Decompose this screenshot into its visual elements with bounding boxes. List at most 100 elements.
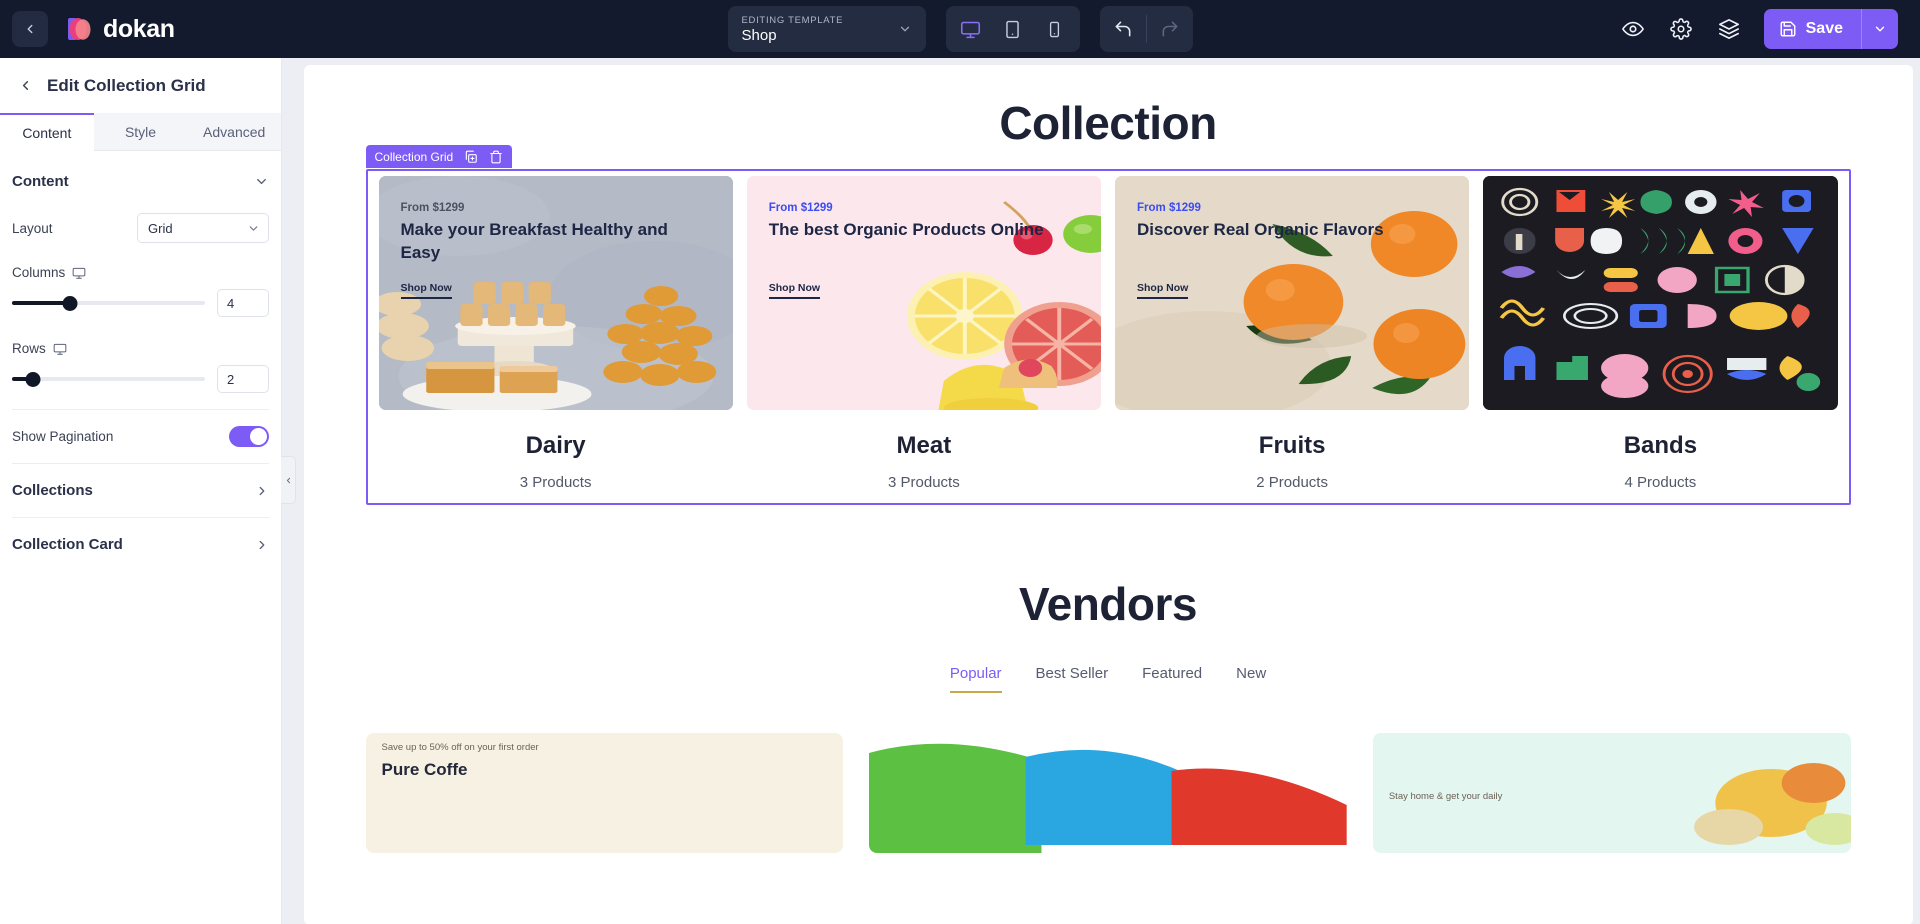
rows-label: Rows xyxy=(12,341,46,356)
collection-item[interactable]: Bands 4 Products xyxy=(1476,176,1844,491)
rows-slider[interactable] xyxy=(12,370,205,388)
vendor-card[interactable]: Stay home & get your daily xyxy=(1372,733,1851,853)
page-preview: Collection Collection Grid From $1299 Ma… xyxy=(303,65,1913,924)
accordion-collection-card[interactable]: Collection Card xyxy=(12,517,269,571)
collection-count: 2 Products xyxy=(1256,474,1328,491)
sidebar-title: Edit Collection Grid xyxy=(47,75,206,95)
rows-value-input[interactable]: 2 xyxy=(217,365,269,393)
device-preview-group xyxy=(945,6,1080,52)
vendor-card[interactable] xyxy=(869,733,1347,853)
chevron-right-icon xyxy=(259,540,265,549)
rows-slider-row: 2 xyxy=(12,365,269,393)
collection-name: Bands xyxy=(1623,432,1698,459)
collection-image-dairy: From $1299 Make your Breakfast Healthy a… xyxy=(378,176,733,410)
collection-from-price: From $1299 xyxy=(400,202,465,214)
chevron-down-icon xyxy=(1875,26,1885,32)
abstract-shapes-illustration xyxy=(1483,176,1838,410)
vendor-tab-featured[interactable]: Featured xyxy=(1142,665,1202,693)
undo-button[interactable] xyxy=(1100,6,1146,52)
columns-slider-thumb[interactable] xyxy=(62,295,78,311)
redo-button[interactable] xyxy=(1147,6,1193,52)
device-desktop-button[interactable] xyxy=(952,12,990,46)
selection-badge: Collection Grid xyxy=(365,145,513,168)
collection-image-meat: From $1299 The best Organic Products Onl… xyxy=(746,176,1101,410)
template-selector-value: Shop xyxy=(741,26,777,44)
columns-label-row: Columns xyxy=(12,265,269,280)
layout-label: Layout xyxy=(12,220,53,236)
rows-label-row: Rows xyxy=(12,341,269,356)
layers-button[interactable] xyxy=(1716,16,1742,42)
device-mobile-button[interactable] xyxy=(1036,12,1074,46)
desktop-icon[interactable] xyxy=(72,266,86,280)
collection-grid: From $1299 Make your Breakfast Healthy a… xyxy=(368,171,1849,503)
chevron-left-icon[interactable] xyxy=(18,78,33,93)
columns-label: Columns xyxy=(12,265,66,280)
collection-cta[interactable]: Shop Now xyxy=(1137,282,1189,299)
columns-slider[interactable] xyxy=(12,294,205,312)
vendor-card-subtitle: Stay home & get your daily xyxy=(1388,791,1503,802)
tablet-icon xyxy=(1006,20,1019,38)
selection-badge-label: Collection Grid xyxy=(374,149,454,164)
layout-select-value: Grid xyxy=(148,220,173,236)
template-selector[interactable]: EDITING TEMPLATE Shop xyxy=(727,6,926,52)
content-section-header[interactable]: Content xyxy=(12,151,269,202)
settings-button[interactable] xyxy=(1668,16,1694,42)
columns-value-input[interactable]: 4 xyxy=(217,289,269,317)
collection-image-bands xyxy=(1483,176,1838,410)
collection-item[interactable]: From $1299 Discover Real Organic Flavors… xyxy=(1108,176,1476,491)
vendor-card-subtitle: Save up to 50% off on your first order xyxy=(381,742,539,753)
vendor-tab-popular[interactable]: Popular xyxy=(949,665,1002,693)
rows-slider-thumb[interactable] xyxy=(25,371,41,387)
vendor-card[interactable]: Save up to 50% off on your first order P… xyxy=(365,733,844,853)
collection-cta[interactable]: Shop Now xyxy=(768,282,821,299)
device-tablet-button[interactable] xyxy=(994,12,1032,46)
content-section-title: Content xyxy=(12,173,69,190)
history-group xyxy=(1099,6,1193,52)
vendor-card-title: Pure Coffe xyxy=(381,760,468,779)
tab-advanced[interactable]: Advanced xyxy=(187,113,282,151)
collection-item[interactable]: From $1299 Make your Breakfast Healthy a… xyxy=(372,176,740,491)
gear-icon xyxy=(1669,18,1692,40)
top-bar-left: dokan xyxy=(0,11,175,47)
sidebar-collapse-handle[interactable] xyxy=(281,456,296,504)
collection-headline: Make your Breakfast Healthy and Easy xyxy=(400,220,668,262)
layers-icon xyxy=(1718,19,1739,39)
vendor-card-row: Save up to 50% off on your first order P… xyxy=(304,733,1913,853)
collection-item[interactable]: From $1299 The best Organic Products Onl… xyxy=(740,176,1108,491)
collection-grid-selection[interactable]: Collection Grid From $1299 Make your Bre… xyxy=(365,145,1851,505)
trash-icon[interactable] xyxy=(489,150,503,164)
vendors-heading: Vendors xyxy=(1018,578,1198,630)
settings-sidebar: Edit Collection Grid Content Style Advan… xyxy=(0,58,296,924)
template-selector-label: EDITING TEMPLATE xyxy=(741,14,844,26)
chevron-down-icon xyxy=(900,26,909,32)
vendor-tab-best-seller[interactable]: Best Seller xyxy=(1036,665,1109,693)
dokan-logo: dokan xyxy=(64,14,175,44)
tab-content[interactable]: Content xyxy=(0,113,94,151)
desktop-icon[interactable] xyxy=(53,342,67,356)
duplicate-icon[interactable] xyxy=(464,150,478,164)
collection-cta[interactable]: Shop Now xyxy=(400,282,452,299)
collection-count: 4 Products xyxy=(1624,474,1697,491)
editor-back-button[interactable] xyxy=(12,11,48,47)
dokan-logo-text: dokan xyxy=(103,14,175,43)
collection-from-price: From $1299 xyxy=(1137,202,1201,214)
preview-button[interactable] xyxy=(1620,16,1646,42)
tab-style[interactable]: Style xyxy=(93,113,188,151)
collection-name: Dairy xyxy=(525,432,586,459)
chevron-left-icon xyxy=(286,477,290,483)
undo-icon xyxy=(1115,21,1130,37)
dokan-logo-mark xyxy=(64,14,94,44)
accordion-collections[interactable]: Collections xyxy=(12,463,269,517)
save-button[interactable]: Save xyxy=(1763,9,1898,49)
pagination-toggle[interactable] xyxy=(229,426,269,447)
collection-name: Fruits xyxy=(1258,432,1326,459)
editor-body: Edit Collection Grid Content Style Advan… xyxy=(0,58,1920,924)
desktop-icon xyxy=(960,21,981,38)
collection-headline: Discover Real Organic Flavors xyxy=(1137,220,1384,239)
layout-select[interactable]: Grid xyxy=(137,213,269,243)
save-button-main[interactable]: Save xyxy=(1764,9,1861,49)
collection-count: 3 Products xyxy=(888,474,960,491)
vendor-tab-new[interactable]: New xyxy=(1236,665,1266,693)
vendor-tabs: Popular Best Seller Featured New xyxy=(304,665,1913,693)
save-dropdown-button[interactable] xyxy=(1862,9,1898,49)
